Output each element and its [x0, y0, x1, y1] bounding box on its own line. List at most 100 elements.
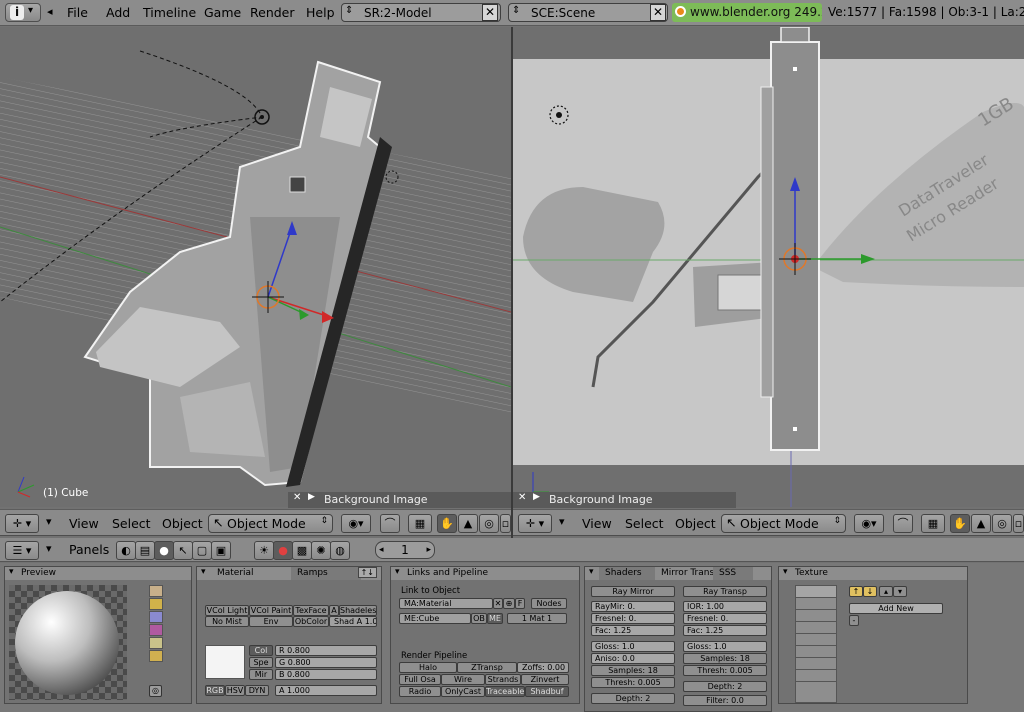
- filter-field[interactable]: Filter: 0.0: [683, 695, 767, 706]
- material-unlink-icon[interactable]: ✕: [493, 598, 503, 609]
- scene-delete-icon[interactable]: ✕: [650, 4, 666, 21]
- mir-button[interactable]: Mir: [249, 669, 273, 680]
- transp-thresh-field[interactable]: Thresh: 0.005: [683, 665, 767, 676]
- monkey-preview-icon[interactable]: [149, 624, 163, 636]
- translate-icon[interactable]: ▲: [458, 514, 478, 533]
- script-context-icon[interactable]: ▤: [135, 541, 155, 560]
- fresnel-slider[interactable]: Fresnel: 0.: [591, 613, 675, 624]
- spe-button[interactable]: Spe: [249, 657, 273, 668]
- panel-title[interactable]: ▾ Preview: [5, 567, 191, 580]
- menu-select[interactable]: Select: [112, 516, 151, 531]
- shading-context-icon[interactable]: ●: [154, 541, 174, 560]
- world-buttons-icon[interactable]: ◍: [330, 541, 350, 560]
- hair-preview-icon[interactable]: [149, 637, 163, 649]
- flat-preview-icon[interactable]: [149, 585, 163, 597]
- dyn-button[interactable]: DYN: [245, 685, 269, 696]
- tab-shaders[interactable]: Shaders: [599, 567, 655, 580]
- texture-buttons-icon[interactable]: ▩: [292, 541, 312, 560]
- collapse-icon[interactable]: ▾: [783, 567, 788, 577]
- ior-slider[interactable]: IOR: 1.00: [683, 601, 767, 612]
- blender-url-badge[interactable]: www.blender.org 249.2: [672, 3, 822, 22]
- scene-browse-icon[interactable]: ⇕: [512, 5, 520, 16]
- menu-select[interactable]: Select: [625, 516, 664, 531]
- obcolor-button[interactable]: ObColor: [293, 616, 329, 627]
- vcol-light-button[interactable]: VCol Light: [205, 605, 249, 616]
- collapse-icon[interactable]: ▾: [9, 567, 14, 577]
- preview-type-buttons[interactable]: [149, 585, 163, 665]
- texture-channel-slot[interactable]: [796, 682, 836, 694]
- move-down-icon[interactable]: ▾: [893, 586, 907, 597]
- texture-channel-slot[interactable]: [796, 670, 836, 682]
- pivot-icon[interactable]: ⌒: [380, 514, 400, 533]
- paste-texture-icon[interactable]: ↓: [863, 586, 877, 597]
- zoffs-field[interactable]: Zoffs: 0.00: [517, 662, 569, 673]
- left-3d-viewport[interactable]: (1) Cube: [0, 27, 511, 507]
- texture-channel-slot[interactable]: [796, 634, 836, 646]
- logic-context-icon[interactable]: ◐: [116, 541, 136, 560]
- collapse-menu-icon[interactable]: ▾: [559, 515, 565, 528]
- onlycast-button[interactable]: OnlyCast: [441, 686, 485, 697]
- texture-channel-slot[interactable]: [796, 622, 836, 634]
- rotate-icon[interactable]: ◎: [992, 514, 1012, 533]
- ray-mirror-button[interactable]: Ray Mirror: [591, 586, 675, 597]
- tab-ramps[interactable]: Ramps: [291, 567, 361, 580]
- preview-options-icon[interactable]: ◎: [149, 685, 162, 697]
- vcol-paint-button[interactable]: VCol Paint: [249, 605, 293, 616]
- tab-mirror-transp[interactable]: Mirror Transp: [655, 567, 720, 580]
- menu-view[interactable]: View: [582, 516, 612, 531]
- shad-a-field[interactable]: Shad A 1.00: [329, 616, 377, 627]
- raymir-slider[interactable]: RayMir: 0.: [591, 601, 675, 612]
- object-context-icon[interactable]: ↖: [173, 541, 193, 560]
- blue-slider[interactable]: B 0.800: [275, 669, 377, 680]
- shadbuf-button[interactable]: Shadbuf: [525, 686, 569, 697]
- lamp-buttons-icon[interactable]: ☀: [254, 541, 274, 560]
- samples-field[interactable]: Samples: 18: [591, 665, 675, 676]
- close-icon[interactable]: ✕: [518, 492, 526, 503]
- transp-depth-field[interactable]: Depth: 2: [683, 681, 767, 692]
- panel-title[interactable]: ▾ Texture: [779, 567, 967, 580]
- color-swatch[interactable]: [205, 645, 245, 679]
- scene-context-icon[interactable]: ▣: [211, 541, 231, 560]
- add-new-texture-button[interactable]: Add New: [849, 603, 943, 614]
- red-slider[interactable]: R 0.800: [275, 645, 377, 656]
- texture-channel-slot[interactable]: [796, 586, 836, 598]
- collapse-menu-icon[interactable]: ◂: [47, 5, 53, 18]
- transp-gloss-slider[interactable]: Gloss: 1.0: [683, 641, 767, 652]
- radio-button[interactable]: Radio: [399, 686, 441, 697]
- menu-file[interactable]: File: [67, 5, 88, 20]
- menu-add[interactable]: Add: [106, 5, 130, 20]
- zinvert-button[interactable]: Zinvert: [521, 674, 569, 685]
- me-link-button[interactable]: ME: [487, 613, 503, 624]
- menu-view[interactable]: View: [69, 516, 99, 531]
- draw-type-icon[interactable]: ◉▾: [854, 514, 884, 533]
- texture-channel-slot[interactable]: [796, 646, 836, 658]
- pivot-icon[interactable]: ⌒: [893, 514, 913, 533]
- scale-icon[interactable]: ▫: [1013, 514, 1024, 533]
- depth-field[interactable]: Depth: 2: [591, 693, 675, 704]
- screen-browse-icon[interactable]: ⇕: [345, 5, 353, 16]
- expand-icon[interactable]: ▶: [533, 492, 540, 502]
- ztransp-button[interactable]: ZTransp: [457, 662, 517, 673]
- editing-context-icon[interactable]: ▢: [192, 541, 212, 560]
- cube-preview-icon[interactable]: [149, 611, 163, 623]
- material-name-field[interactable]: MA:Material: [399, 598, 493, 609]
- editor-type-buttons-icon[interactable]: ☰ ▾: [5, 541, 39, 560]
- mode-selector[interactable]: ↖ Object Mode ⇕: [721, 514, 846, 533]
- left-background-image-bar[interactable]: ✕ ▶ Background Image: [288, 492, 511, 508]
- env-button[interactable]: Env: [249, 616, 293, 627]
- full-osa-button[interactable]: Full Osa: [399, 674, 441, 685]
- copy-texture-icon[interactable]: ↑: [849, 586, 863, 597]
- transp-samples-field[interactable]: Samples: 18: [683, 653, 767, 664]
- tab-material[interactable]: Material: [211, 567, 291, 580]
- rgb-mode-button[interactable]: RGB: [205, 685, 225, 696]
- fake-user-icon[interactable]: ⊕: [503, 598, 515, 609]
- collapse-icon[interactable]: ▾: [395, 567, 400, 577]
- a-button[interactable]: A: [329, 605, 339, 616]
- texture-channel-slot[interactable]: [796, 598, 836, 610]
- chevron-right-icon[interactable]: ▸: [426, 542, 431, 558]
- screen-selector[interactable]: ⇕ SR:2-Model: [341, 3, 501, 22]
- aniso-slider[interactable]: Aniso: 0.0: [591, 653, 675, 664]
- sphere-preview-icon[interactable]: [149, 598, 163, 610]
- no-mist-button[interactable]: No Mist: [205, 616, 249, 627]
- browse-texture-icon[interactable]: -: [849, 615, 859, 626]
